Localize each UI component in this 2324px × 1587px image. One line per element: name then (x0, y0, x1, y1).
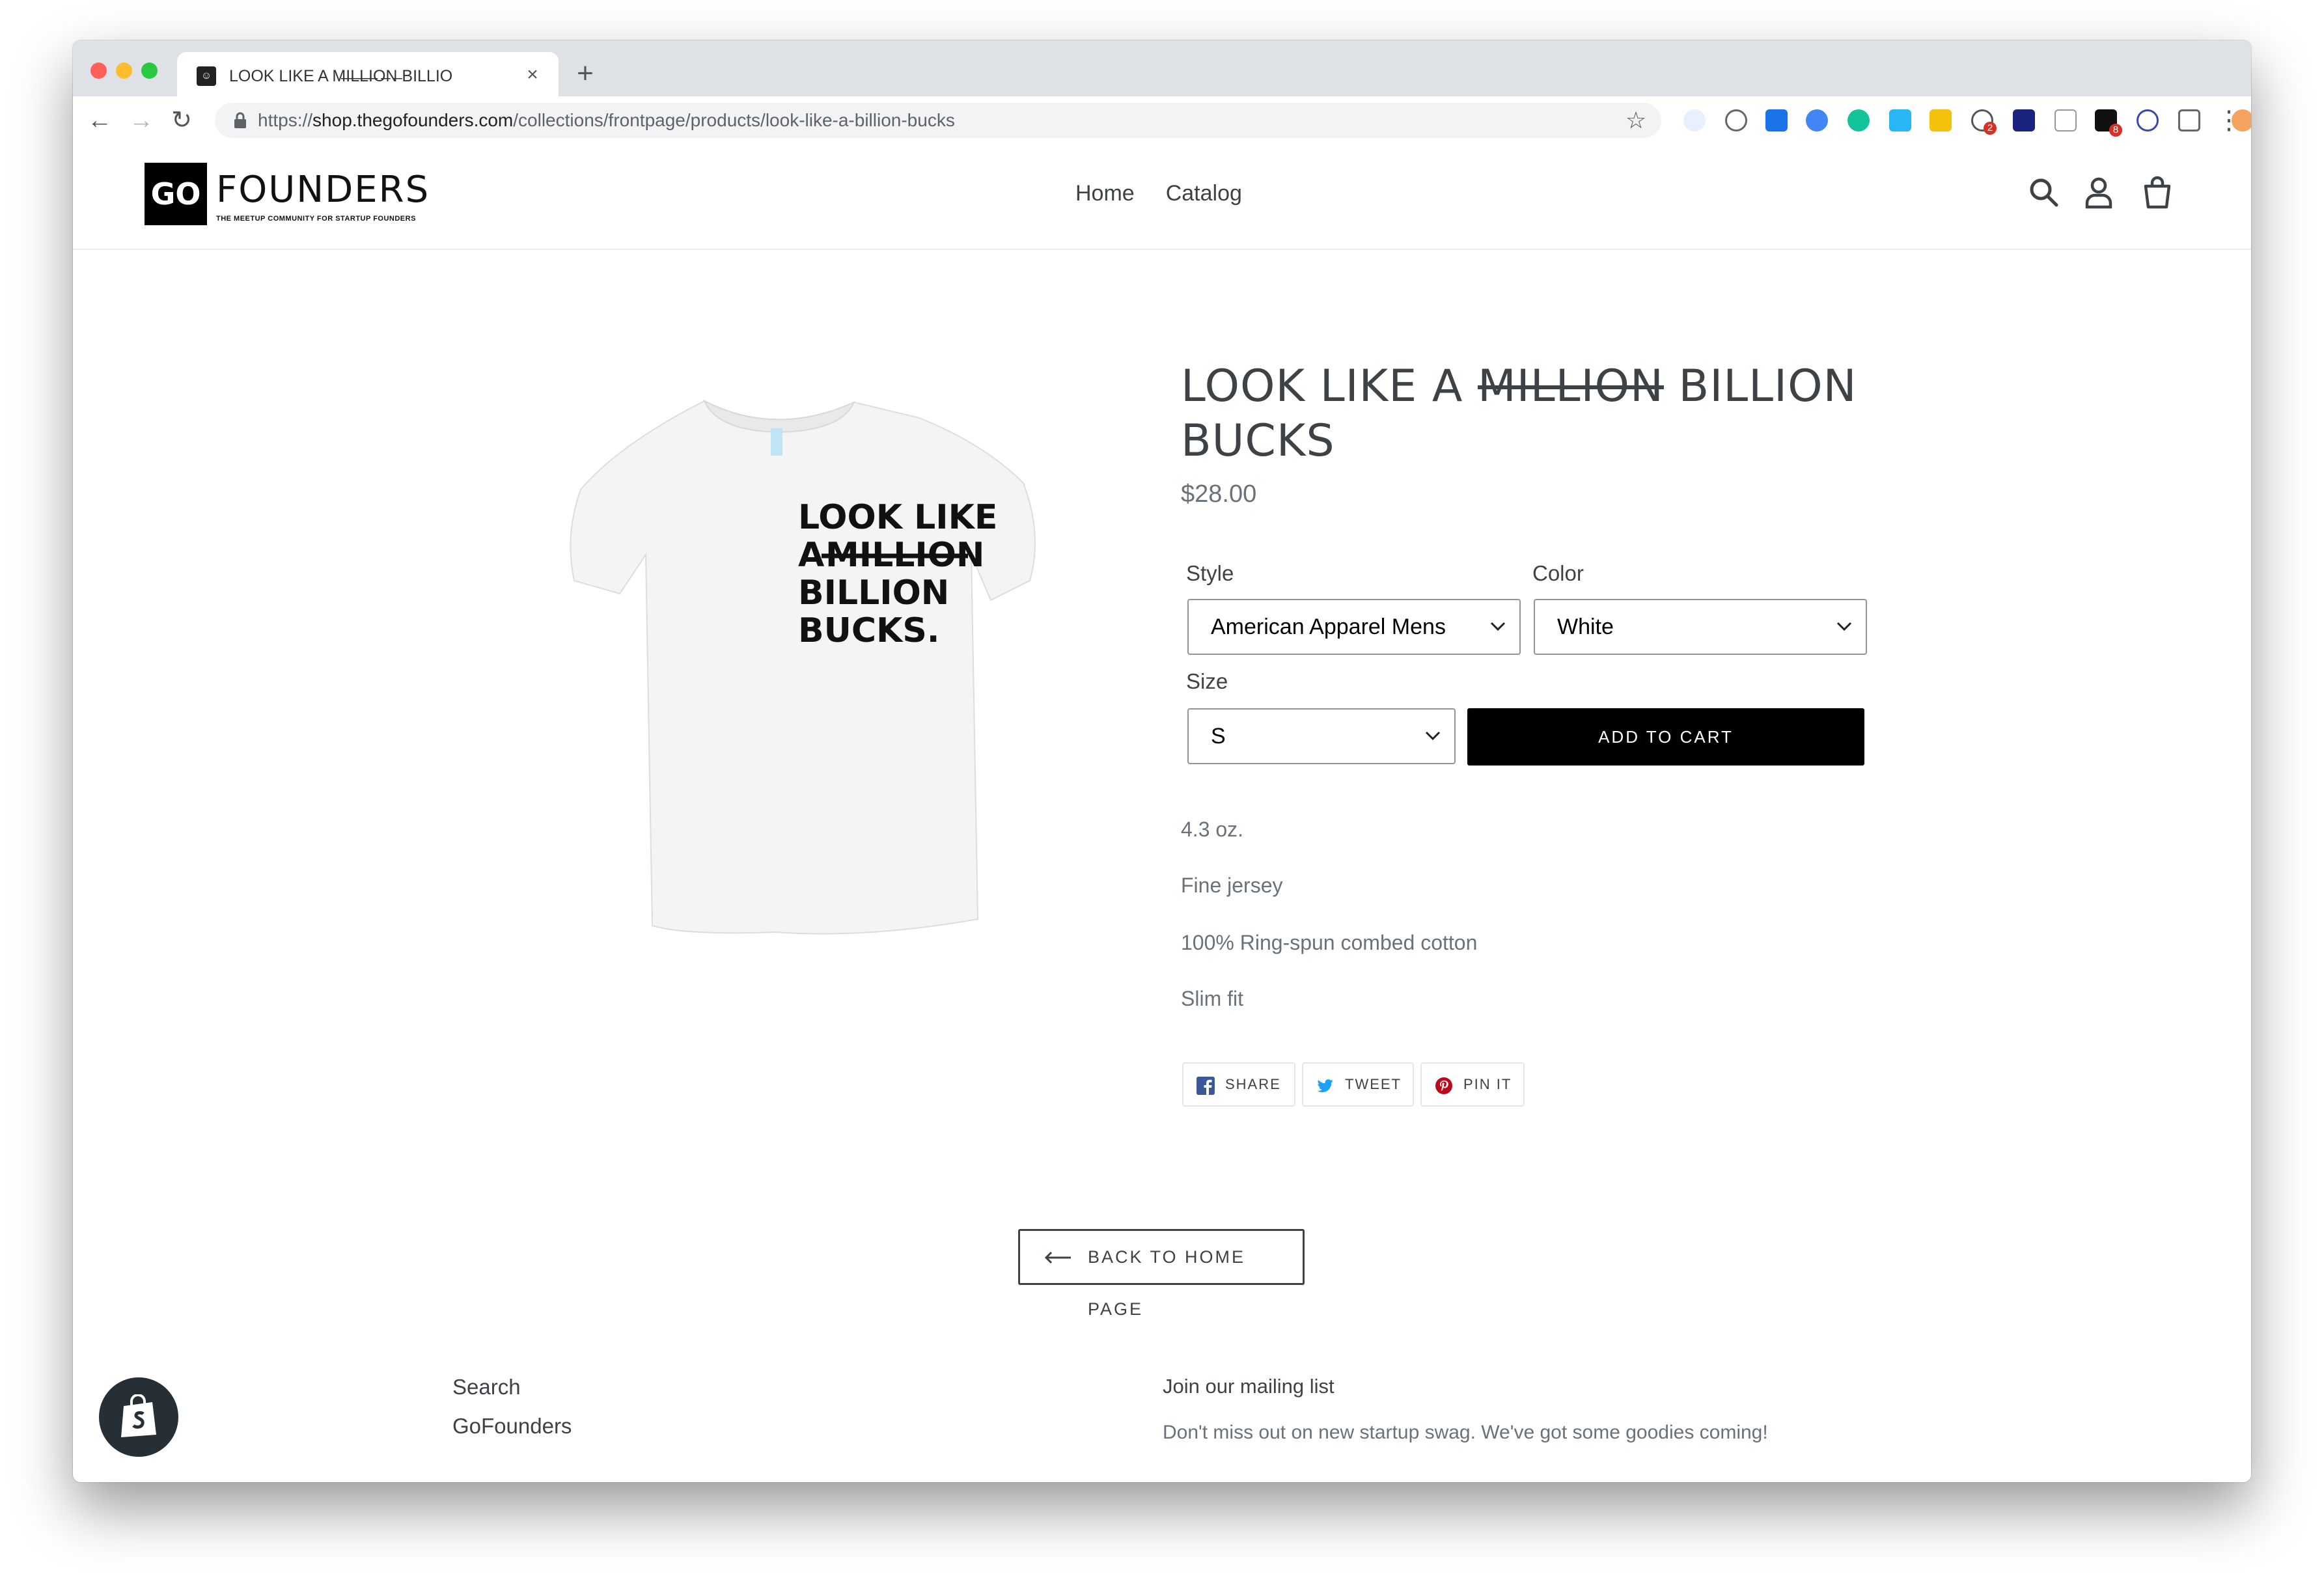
style-select-value: American Apparel Mens (1211, 614, 1446, 639)
facebook-icon (1197, 1077, 1215, 1095)
browser-menu-icon[interactable]: ⋮ (2216, 104, 2242, 137)
chevron-down-icon (1490, 622, 1506, 631)
size-select[interactable]: S (1187, 708, 1456, 764)
mailing-list-heading: Join our mailing list (1163, 1375, 1335, 1398)
address-bar[interactable]: https://shop.thegofounders.com/collectio… (215, 103, 1661, 138)
main-nav: Home Catalog (1075, 177, 1242, 210)
share-pinterest-button[interactable]: PIN IT (1420, 1062, 1525, 1107)
logo-wordmark: FOUNDERS (216, 169, 430, 211)
title-strikethrough: MILLION (1477, 361, 1664, 412)
close-window-button[interactable] (90, 62, 107, 79)
share-twitter-button[interactable]: TWEET (1302, 1062, 1414, 1107)
style-label: Style (1186, 561, 1234, 585)
extension-phone-icon[interactable] (1683, 109, 1706, 131)
extension-news-icon[interactable] (2013, 109, 2035, 131)
footer-link-search[interactable]: Search (452, 1375, 521, 1400)
extension-recycle-icon[interactable] (1725, 109, 1747, 131)
nav-link-home[interactable]: Home (1075, 177, 1135, 210)
arrow-left-icon (1044, 1251, 1071, 1264)
back-arrow-icon[interactable]: ← (83, 104, 116, 137)
extension-notes-icon[interactable] (1930, 109, 1952, 131)
shirt-print-line: A (798, 536, 824, 575)
shirt-print-line: LOOK LIKE (798, 498, 997, 537)
share-facebook-button[interactable]: SHARE (1182, 1062, 1295, 1107)
color-label: Color (1532, 561, 1584, 585)
chevron-down-icon (1836, 622, 1852, 631)
extension-compass-icon[interactable] (1765, 109, 1788, 131)
description-line: 100% Ring-spun combed cotton (1181, 931, 1478, 954)
extension-circle-icon[interactable] (2137, 109, 2159, 131)
new-tab-button[interactable]: + (569, 57, 602, 90)
logo-mark: GO (145, 163, 207, 225)
shopify-chat-button[interactable] (99, 1377, 178, 1457)
product-title: LOOK LIKE A MILLION BILLION BUCKS (1181, 361, 1857, 467)
share-twitter-label: TWEET (1345, 1076, 1402, 1092)
shirt-tag (771, 428, 782, 456)
site-header: GO FOUNDERS THE MEETUP COMMUNITY FOR STA… (73, 145, 2251, 250)
forward-arrow-icon[interactable]: → (125, 104, 158, 137)
close-tab-icon[interactable]: × (522, 64, 543, 86)
size-label: Size (1186, 669, 1228, 693)
description-line: Slim fit (1181, 987, 1243, 1010)
shirt-print-line: BILLION (798, 573, 949, 613)
product-price: $28.00 (1181, 480, 1257, 508)
tshirt-shape (570, 400, 1036, 935)
favicon-icon: ☺ (197, 66, 216, 86)
url-text: https://shop.thegofounders.com/collectio… (258, 110, 955, 130)
shirt-print-line: BUCKS. (798, 611, 940, 650)
browser-window: ☺ LOOK LIKE A M̶I̶L̶L̶I̶O̶N̶ BILLIO × + … (73, 40, 2251, 1482)
mailing-list-text: Don't miss out on new startup swag. We'v… (1163, 1422, 1768, 1443)
add-to-cart-button[interactable]: ADD TO CART (1467, 708, 1864, 766)
lock-icon (234, 112, 246, 128)
bookmark-star-icon[interactable]: ☆ (1624, 108, 1648, 133)
extension-amazon-icon[interactable]: 8 (2095, 109, 2122, 137)
size-select-value: S (1211, 724, 1226, 749)
account-icon[interactable] (2081, 174, 2117, 211)
nav-link-catalog[interactable]: Catalog (1166, 177, 1242, 210)
shopify-bag-icon (121, 1394, 156, 1437)
reload-icon[interactable]: ↻ (165, 104, 198, 137)
extension-c-icon[interactable] (2054, 109, 2077, 131)
share-facebook-label: SHARE (1225, 1076, 1281, 1092)
pinterest-icon (1435, 1077, 1452, 1094)
maximize-window-button[interactable] (141, 62, 158, 79)
back-to-home-label: BACK TO HOME PAGE (1088, 1247, 1246, 1319)
style-select[interactable]: American Apparel Mens (1187, 599, 1521, 655)
twitter-icon (1317, 1079, 1333, 1092)
extension-plus-icon[interactable] (1889, 109, 1911, 131)
extension-zoom-icon[interactable] (1806, 109, 1828, 131)
cart-icon[interactable] (2139, 174, 2176, 211)
cast-icon[interactable] (2178, 109, 2200, 131)
description-line: Fine jersey (1181, 874, 1283, 897)
chevron-down-icon (1425, 731, 1441, 741)
share-pinterest-label: PIN IT (1463, 1076, 1512, 1092)
product-image[interactable]: LOOK LIKE A MILLION BILLION BUCKS. (490, 385, 1127, 1010)
browser-tab[interactable]: ☺ LOOK LIKE A M̶I̶L̶L̶I̶O̶N̶ BILLIO × (177, 52, 559, 96)
search-icon[interactable] (2026, 174, 2062, 211)
color-select-value: White (1557, 614, 1614, 639)
description-line: 4.3 oz. (1181, 818, 1244, 841)
extension-badge: 2 (1984, 122, 1997, 135)
footer-link-gofounders[interactable]: GoFounders (452, 1414, 572, 1439)
logo-tagline: THE MEETUP COMMUNITY FOR STARTUP FOUNDER… (216, 215, 416, 223)
tab-title: LOOK LIKE A M̶I̶L̶L̶I̶O̶N̶ BILLIO (229, 67, 453, 85)
web-page: GO FOUNDERS THE MEETUP COMMUNITY FOR STA… (73, 145, 2251, 1482)
color-select[interactable]: White (1534, 599, 1867, 655)
extension-target-icon[interactable]: 2 (1971, 109, 1997, 135)
site-logo[interactable]: GO FOUNDERS THE MEETUP COMMUNITY FOR STA… (145, 163, 428, 228)
back-to-home-button[interactable]: BACK TO HOME PAGE (1018, 1229, 1305, 1319)
minimize-window-button[interactable] (116, 62, 132, 79)
extension-badge: 8 (2109, 124, 2122, 137)
extension-grammarly-icon[interactable] (1847, 109, 1870, 131)
tab-bar: ☺ LOOK LIKE A M̶I̶L̶L̶I̶O̶N̶ BILLIO × + (73, 40, 2251, 96)
browser-toolbar: ← → ↻ https://shop.thegofounders.com/col… (73, 96, 2251, 146)
